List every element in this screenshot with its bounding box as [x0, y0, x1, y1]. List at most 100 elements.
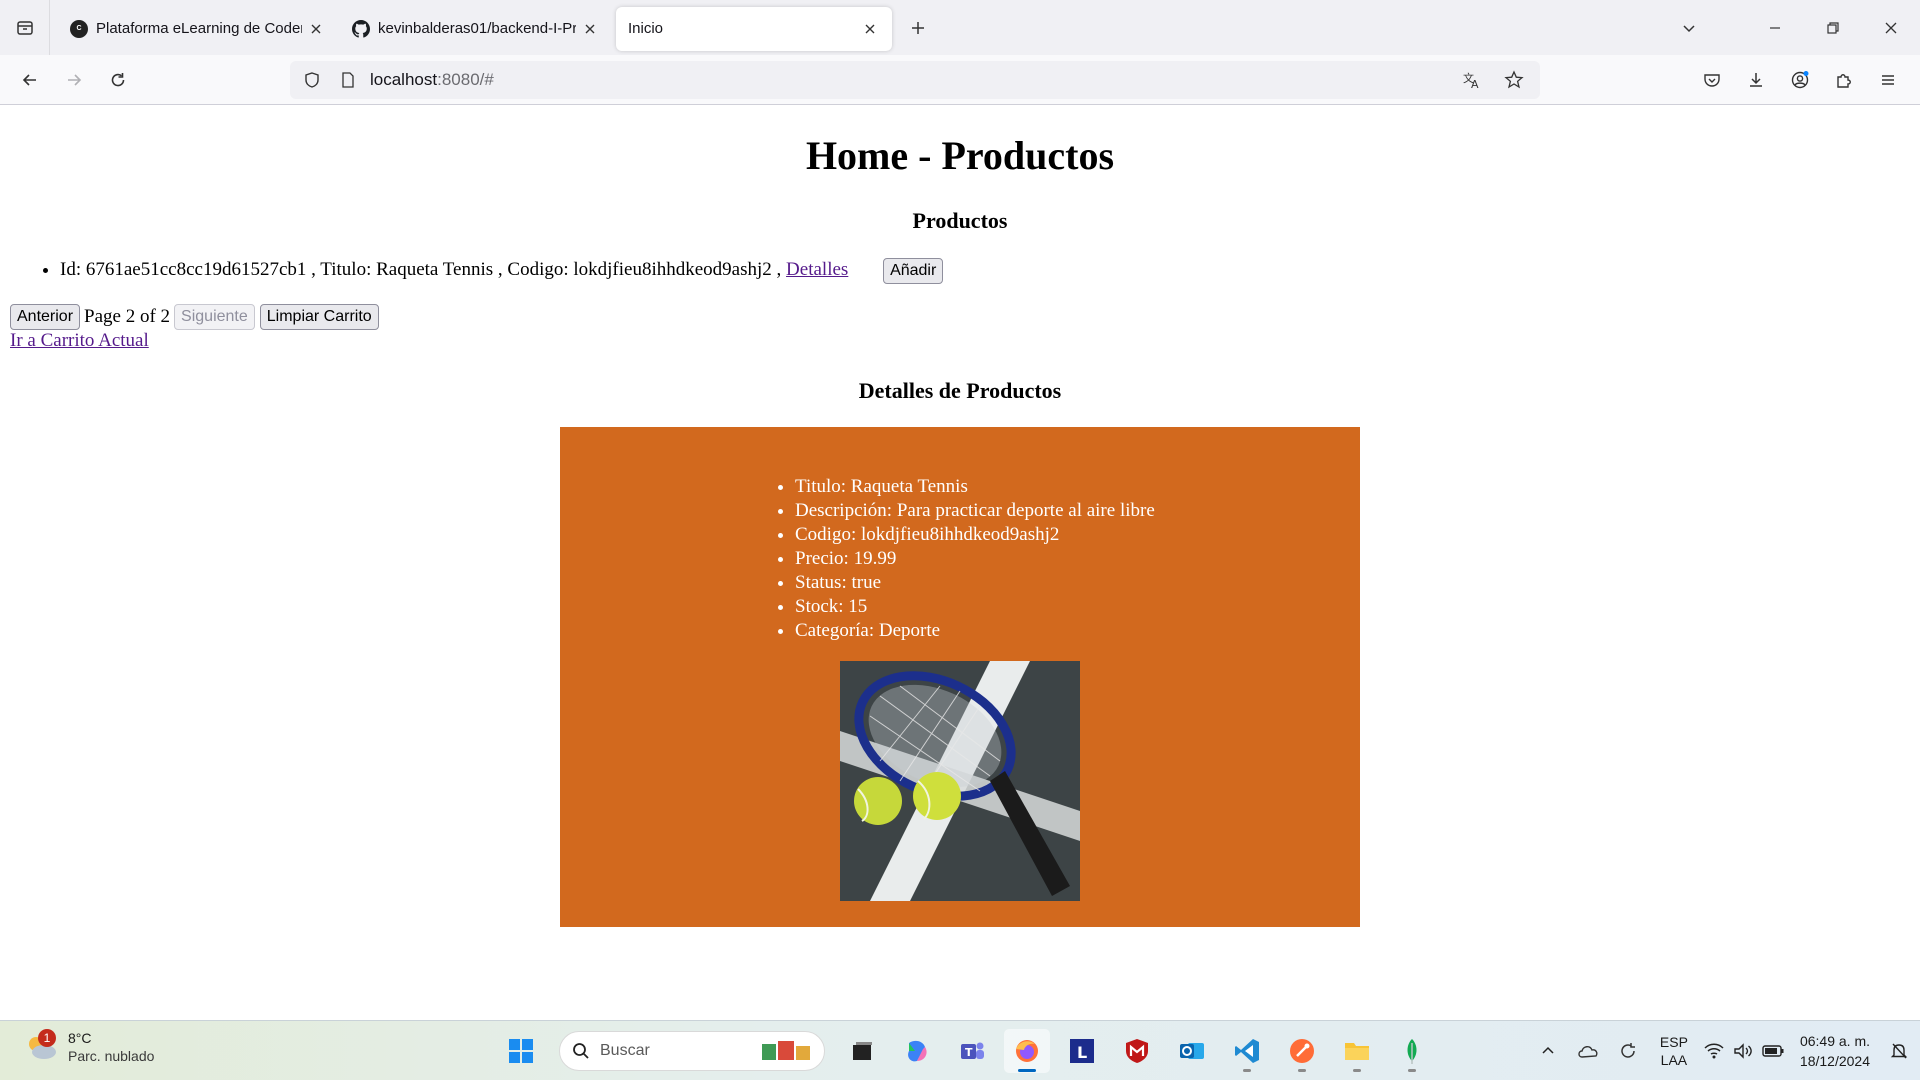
show-hidden-icons-button[interactable]	[1528, 1044, 1568, 1058]
account-icon	[1791, 71, 1809, 89]
app-l-button[interactable]: L	[1059, 1029, 1105, 1073]
weather-badge: 1	[38, 1029, 56, 1047]
add-to-cart-button[interactable]: Añadir	[883, 258, 944, 284]
previous-page-button[interactable]: Anterior	[10, 304, 81, 330]
clock-time: 06:49 a. m.	[1799, 1033, 1870, 1049]
taskbar-search[interactable]: Buscar	[559, 1031, 825, 1071]
close-tab-icon[interactable]	[306, 19, 326, 39]
close-tab-icon[interactable]	[580, 19, 600, 39]
bookmark-star-icon[interactable]	[1496, 70, 1532, 90]
notifications-icon[interactable]	[1884, 1042, 1914, 1060]
detail-title: Titulo: Raqueta Tennis	[795, 475, 1155, 499]
postman-button[interactable]	[1279, 1029, 1325, 1073]
teams-button[interactable]: T	[949, 1029, 995, 1073]
nav-toolbar: localhost:8080/# 文A	[0, 55, 1920, 105]
close-tab-icon[interactable]	[860, 19, 880, 39]
task-view-button[interactable]	[839, 1029, 885, 1073]
tab-coder[interactable]: C Plataforma eLearning de Coder	[58, 7, 338, 51]
menu-button[interactable]	[1866, 62, 1910, 98]
tab-title: Inicio	[628, 20, 664, 37]
wifi-icon[interactable]	[1700, 1043, 1728, 1059]
outlook-button[interactable]	[1169, 1029, 1215, 1073]
tab-github[interactable]: kevinbalderas01/backend-I-Pro	[340, 7, 612, 51]
puzzle-icon	[1837, 74, 1851, 88]
search-highlight-icon	[762, 1041, 810, 1060]
page-title: Home - Productos	[805, 133, 1115, 178]
tab-inicio[interactable]: Inicio	[616, 6, 892, 51]
translate-icon[interactable]: 文A	[1454, 70, 1490, 90]
plus-icon	[912, 21, 924, 34]
pocket-button[interactable]	[1690, 62, 1734, 98]
cloud-sun-icon: 1	[24, 1029, 60, 1062]
svg-text:T: T	[965, 1046, 973, 1059]
svg-text:L: L	[1077, 1043, 1087, 1062]
minimize-button[interactable]	[1746, 0, 1804, 55]
onedrive-icon[interactable]	[1568, 1043, 1608, 1059]
clock[interactable]: 06:49 a. m. 18/12/2024	[1800, 1031, 1870, 1071]
product-details-panel: Titulo: Raqueta Tennis Descripción: Para…	[560, 427, 1360, 927]
page-content: Home - Productos Productos Id: 6761ae51c…	[0, 106, 1920, 1020]
extensions-button[interactable]	[1822, 62, 1866, 98]
list-item: Id: 6761ae51cc8cc19d61527cb1 , Titulo: R…	[60, 258, 944, 284]
clear-cart-button[interactable]: Limpiar Carrito	[259, 304, 379, 330]
product-details-list: Titulo: Raqueta Tennis Descripción: Para…	[795, 475, 1155, 643]
open-indicator	[1243, 1069, 1251, 1072]
detail-stock: Stock: 15	[795, 595, 1155, 619]
mongodb-button[interactable]	[1389, 1029, 1435, 1073]
next-page-button[interactable]: Siguiente	[174, 304, 255, 330]
url-text[interactable]: localhost:8080/#	[370, 70, 494, 90]
downloads-button[interactable]	[1734, 62, 1778, 98]
close-window-button[interactable]	[1862, 0, 1920, 55]
input-language[interactable]: ESP LAA	[1660, 1033, 1688, 1069]
back-button[interactable]	[8, 62, 52, 98]
reload-button[interactable]	[96, 62, 140, 98]
lang-layout: LAA	[1660, 1052, 1688, 1068]
detail-price: Precio: 19.99	[795, 547, 1155, 571]
taskbar: 1 8°C Parc. nublado Buscar T L ESP LAA 0…	[0, 1020, 1920, 1080]
outlook-icon	[1180, 1043, 1204, 1059]
current-cart-link[interactable]: Ir a Carrito Actual	[10, 330, 149, 352]
details-heading: Detalles de Productos	[858, 378, 1062, 403]
file-explorer-button[interactable]	[1334, 1029, 1380, 1073]
firefox-icon	[1016, 1040, 1038, 1062]
tab-title: kevinbalderas01/backend-I-Pro	[378, 20, 576, 37]
task-view-icon	[853, 1042, 872, 1060]
copilot-button[interactable]	[894, 1029, 940, 1073]
details-link[interactable]: Detalles	[786, 259, 848, 280]
pocket-icon	[1704, 74, 1720, 87]
url-host: localhost	[370, 70, 438, 89]
page-status: Page 2 of 2	[84, 306, 171, 327]
account-button[interactable]	[1778, 62, 1822, 98]
firefox-button[interactable]	[1004, 1029, 1050, 1073]
start-button[interactable]	[498, 1029, 544, 1073]
address-bar[interactable]: localhost:8080/# 文A	[290, 61, 1540, 99]
chevron-down-icon	[1683, 24, 1695, 32]
battery-icon[interactable]	[1758, 1045, 1788, 1057]
weather-widget[interactable]: 1 8°C Parc. nublado	[24, 1029, 154, 1065]
vscode-button[interactable]	[1224, 1029, 1270, 1073]
forward-button[interactable]	[52, 62, 96, 98]
product-image	[840, 661, 1080, 901]
volume-icon[interactable]	[1728, 1043, 1758, 1059]
mcafee-button[interactable]	[1114, 1029, 1160, 1073]
sync-icon[interactable]	[1608, 1041, 1648, 1061]
tab-list-button[interactable]	[0, 0, 50, 55]
window-controls	[1660, 0, 1920, 55]
restore-icon	[1827, 21, 1839, 34]
github-icon	[352, 19, 370, 38]
coder-favicon-icon: C	[70, 19, 88, 38]
url-actions: 文A	[1454, 61, 1532, 99]
download-icon	[1750, 73, 1762, 87]
leaf-icon	[1407, 1039, 1417, 1064]
clock-date: 18/12/2024	[1799, 1053, 1870, 1069]
list-all-tabs-button[interactable]	[1660, 0, 1718, 55]
l-app-icon: L	[1070, 1039, 1094, 1063]
search-icon	[573, 1043, 589, 1059]
search-placeholder: Buscar	[600, 1042, 650, 1059]
product-info: Id: 6761ae51cc8cc19d61527cb1 , Titulo: R…	[60, 259, 782, 280]
shield-icon[interactable]	[294, 71, 330, 89]
new-tab-button[interactable]	[898, 8, 938, 48]
toolbar-right	[1690, 55, 1910, 105]
restore-button[interactable]	[1804, 0, 1862, 55]
pagination: Anterior Page 2 of 2 Siguiente Limpiar C…	[10, 304, 379, 330]
